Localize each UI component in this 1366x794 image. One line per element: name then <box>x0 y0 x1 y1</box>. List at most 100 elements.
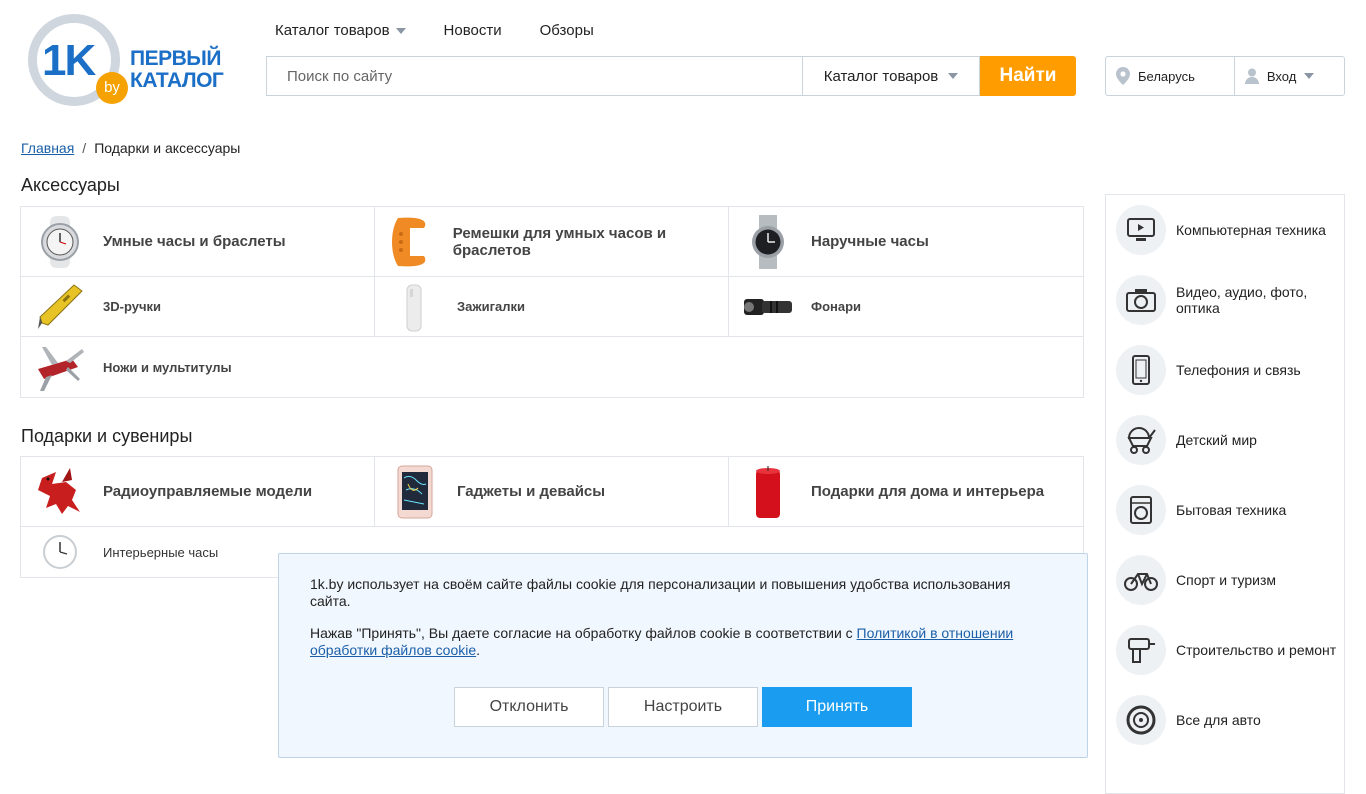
nav-catalog[interactable]: Каталог товаров <box>275 22 406 39</box>
section-title-gifts: Подарки и сувениры <box>21 426 193 446</box>
grid-row: Ножи и мультитулы <box>21 337 1083 397</box>
search-button[interactable]: Найти <box>980 56 1076 96</box>
logo-badge: by <box>96 72 128 104</box>
3d-pen-icon <box>29 279 91 335</box>
nav-catalog-label: Каталог товаров <box>275 22 390 39</box>
breadcrumb-home[interactable]: Главная <box>21 140 74 156</box>
catalog-sidebar: Компьютерная техника Видео, аудио, фото,… <box>1105 194 1345 794</box>
category-label: Ремешки для умных часов и браслетов <box>452 224 667 259</box>
sidebar-item-kids[interactable]: Детский мир <box>1116 415 1346 465</box>
chevron-down-icon <box>1304 73 1315 79</box>
region-selector[interactable]: Беларусь <box>1106 57 1235 95</box>
search-input[interactable] <box>266 56 802 96</box>
wristwatch-icon <box>737 214 799 270</box>
configure-button[interactable]: Настроить <box>608 687 758 727</box>
category-flashlights[interactable]: Фонари <box>729 277 1083 336</box>
user-icon <box>1244 68 1259 84</box>
cookie-buttons: Отклонить Настроить Принять <box>454 687 912 727</box>
category-label: 3D-ручки <box>103 299 161 314</box>
category-watch-straps[interactable]: Ремешки для умных часов и браслетов <box>375 207 729 276</box>
cookie-consent-suffix: . <box>476 642 481 658</box>
sidebar-item-auto[interactable]: Все для авто <box>1116 695 1346 745</box>
accept-button[interactable]: Принять <box>762 687 912 727</box>
sidebar-item-label: Компьютерная техника <box>1176 222 1326 238</box>
category-smartwatches[interactable]: Умные часы и браслеты <box>21 207 375 276</box>
section-title-accessories: Аксессуары <box>21 175 120 195</box>
sidebar-item-video-audio[interactable]: Видео, аудио, фото, оптика <box>1116 275 1346 325</box>
sidebar-item-label: Все для авто <box>1176 712 1261 728</box>
category-label: Фонари <box>811 299 862 314</box>
logo-line1: ПЕРВЫЙ <box>130 47 221 70</box>
chevron-down-icon <box>395 27 406 34</box>
sidebar-item-label: Строительство и ремонт <box>1176 642 1337 658</box>
category-label: Умные часы и браслеты <box>103 233 286 250</box>
breadcrumb-separator: / <box>82 140 87 156</box>
computer-icon <box>1116 205 1166 255</box>
category-grid-accessories: Умные часы и браслеты Ремешки для умных … <box>20 206 1084 398</box>
drill-icon <box>1116 625 1166 675</box>
category-3d-pens[interactable]: 3D-ручки <box>21 277 375 336</box>
sidebar-item-appliances[interactable]: Бытовая техника <box>1116 485 1346 535</box>
breadcrumb: Главная / Подарки и аксессуары <box>21 140 240 156</box>
stroller-icon <box>1116 415 1166 465</box>
candle-icon <box>737 464 799 520</box>
washer-icon <box>1116 485 1166 535</box>
cookie-banner: 1k.by использует на своём сайте файлы co… <box>278 553 1088 758</box>
decline-button[interactable]: Отклонить <box>454 687 604 727</box>
category-knives[interactable]: Ножи и мультитулы <box>21 337 375 397</box>
cookie-consent-text: Нажав "Принять", Вы даете согласие на об… <box>310 625 1050 659</box>
search-category-select[interactable]: Каталог товаров <box>802 56 980 96</box>
flashlight-icon <box>737 279 799 335</box>
login-label: Вход <box>1266 68 1297 84</box>
sidebar-item-computers[interactable]: Компьютерная техника <box>1116 205 1346 255</box>
category-lighters[interactable]: Зажигалки <box>375 277 729 336</box>
category-label: Интерьерные часы <box>103 544 219 560</box>
rc-dragon-icon <box>29 464 91 520</box>
category-label: Зажигалки <box>457 299 525 314</box>
grid-row: Радиоуправляемые модели Гаджеты и девайс… <box>21 457 1083 527</box>
login-button[interactable]: Вход <box>1235 57 1344 95</box>
nav-reviews[interactable]: Обзоры <box>540 22 594 39</box>
sidebar-item-phones[interactable]: Телефония и связь <box>1116 345 1346 395</box>
wheel-icon <box>1116 695 1166 745</box>
camera-icon <box>1116 275 1166 325</box>
logo-text: ПЕРВЫЙ КАТАЛОГ <box>130 47 224 92</box>
sidebar-item-label: Видео, аудио, фото, оптика <box>1176 284 1308 316</box>
chevron-down-icon <box>948 73 959 79</box>
location-pin-icon <box>1116 67 1130 85</box>
category-label: Радиоуправляемые модели <box>103 483 313 500</box>
category-label: Ножи и мультитулы <box>103 359 232 375</box>
logo-mark: 1K <box>42 36 96 85</box>
region-label: Беларусь <box>1138 68 1195 84</box>
wall-clock-icon <box>29 530 91 574</box>
search-category-label: Каталог товаров <box>823 67 939 85</box>
breadcrumb-current: Подарки и аксессуары <box>94 140 241 156</box>
smartwatch-icon <box>29 214 91 270</box>
bicycle-icon <box>1116 555 1166 605</box>
top-nav: Каталог товаров Новости Обзоры <box>275 22 594 39</box>
grid-row: Умные часы и браслеты Ремешки для умных … <box>21 207 1083 277</box>
sidebar-item-label: Бытовая техника <box>1176 502 1287 518</box>
site-logo[interactable]: 1K by ПЕРВЫЙ КАТАЛОГ <box>28 14 228 114</box>
category-label: Наручные часы <box>811 233 929 250</box>
logo-line2: КАТАЛОГ <box>130 69 224 92</box>
lighter-icon <box>383 279 445 335</box>
category-wristwatches[interactable]: Наручные часы <box>729 207 1083 276</box>
category-rc-models[interactable]: Радиоуправляемые модели <box>21 457 375 526</box>
category-home-gifts[interactable]: Подарки для дома и интерьера <box>729 457 1083 526</box>
cookie-text: 1k.by использует на своём сайте файлы co… <box>310 576 1011 609</box>
grid-row: 3D-ручки Зажигалки Фонари <box>21 277 1083 337</box>
search-bar: Каталог товаров Найти <box>266 56 1076 96</box>
sidebar-item-sport[interactable]: Спорт и туризм <box>1116 555 1346 605</box>
cookie-consent-prefix: Нажав "Принять", Вы даете согласие на об… <box>310 625 857 641</box>
sidebar-item-construction[interactable]: Строительство и ремонт <box>1116 625 1346 675</box>
watch-strap-icon <box>383 214 441 270</box>
sidebar-item-label: Детский мир <box>1176 432 1257 448</box>
phone-icon <box>1116 345 1166 395</box>
category-label: Гаджеты и девайсы <box>457 483 606 500</box>
category-gadgets[interactable]: Гаджеты и девайсы <box>375 457 729 526</box>
sidebar-item-label: Спорт и туризм <box>1176 572 1277 588</box>
category-label: Подарки для дома и интерьера <box>811 483 1045 500</box>
nav-news[interactable]: Новости <box>444 22 502 39</box>
multitool-icon <box>29 339 91 395</box>
